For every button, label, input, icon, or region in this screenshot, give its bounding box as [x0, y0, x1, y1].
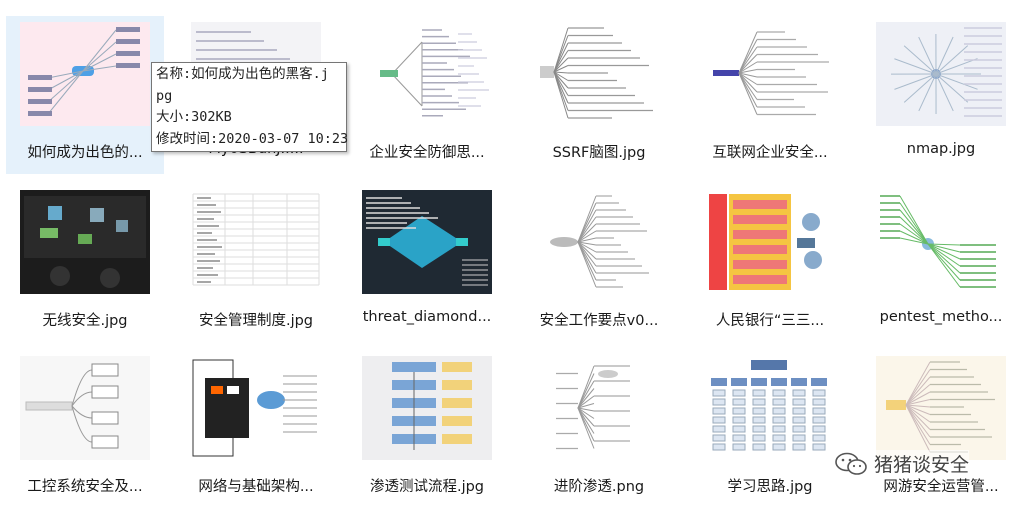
file-thumbnail	[705, 190, 835, 294]
tooltip-modified: 修改时间:2020-03-07 10:23	[156, 130, 349, 147]
wechat-icon	[835, 452, 867, 475]
file-item[interactable]: 渗透测试流程.jpg	[348, 350, 506, 508]
file-thumbnail	[876, 356, 1006, 460]
watermark-text: 猪猪谈安全	[874, 454, 970, 476]
file-thumbnail	[20, 356, 150, 460]
file-thumbnail	[705, 356, 835, 460]
file-item[interactable]: 安全管理制度.jpg	[177, 184, 335, 342]
file-label: 网游安全运营管...	[883, 479, 999, 495]
file-thumbnail	[20, 22, 150, 126]
file-label: threat_diamond...	[362, 309, 492, 325]
file-thumbnail	[191, 356, 321, 460]
file-item[interactable]: 人民银行“三三...	[691, 184, 849, 342]
file-thumbnail	[362, 356, 492, 460]
file-item[interactable]: 无线安全.jpg	[6, 184, 164, 342]
file-label: 无线安全.jpg	[42, 313, 128, 329]
file-item[interactable]: 网游安全运营管...	[862, 350, 1020, 508]
file-label: 互联网企业安全...	[712, 145, 828, 161]
file-item[interactable]: 安全工作要点v0...	[520, 184, 678, 342]
file-thumbnail	[191, 190, 321, 294]
file-label: 企业安全防御思...	[369, 145, 485, 161]
file-item[interactable]: 互联网企业安全...	[691, 16, 849, 174]
file-thumbnail	[20, 190, 150, 294]
file-thumbnail	[876, 190, 1006, 294]
file-item[interactable]: 网络与基础架构...	[177, 350, 335, 508]
file-label: 安全管理制度.jpg	[198, 313, 314, 329]
file-thumbnail	[705, 22, 835, 126]
file-label: pentest_metho...	[879, 309, 1003, 325]
file-thumbnail	[534, 22, 664, 126]
file-thumbnail	[362, 190, 492, 294]
file-label: 进阶渗透.png	[553, 479, 645, 495]
file-label: 工控系统安全及...	[27, 479, 143, 495]
tooltip-size: 大小:302KB	[156, 109, 232, 125]
file-label: 渗透测试流程.jpg	[369, 479, 485, 495]
file-label: 如何成为出色的...	[27, 145, 143, 161]
file-thumbnail	[876, 22, 1006, 126]
file-label: nmap.jpg	[906, 141, 976, 157]
file-item[interactable]: 工控系统安全及...	[6, 350, 164, 508]
file-label: 网络与基础架构...	[198, 479, 314, 495]
file-item[interactable]: 进阶渗透.png	[520, 350, 678, 508]
file-thumbnail	[534, 356, 664, 460]
file-item[interactable]: SSRF脑图.jpg	[520, 16, 678, 174]
file-item[interactable]: 企业安全防御思...	[348, 16, 506, 174]
file-label: 人民银行“三三...	[715, 313, 825, 329]
file-info-tooltip: 名称:如何成为出色的黑客.j pg 大小:302KB 修改时间:2020-03-…	[151, 62, 349, 152]
file-label: 安全工作要点v0...	[539, 313, 659, 329]
file-thumbnail	[534, 190, 664, 294]
tooltip-name: 名称:如何成为出色的黑客.j	[156, 66, 329, 82]
file-item[interactable]: 学习思路.jpg	[691, 350, 849, 508]
tooltip-name-continued: pg	[156, 87, 173, 104]
watermark: 猪猪谈安全	[834, 450, 970, 477]
file-item[interactable]: pentest_metho...	[862, 184, 1020, 342]
file-item[interactable]: nmap.jpg	[862, 16, 1020, 174]
file-thumbnail	[362, 22, 492, 126]
file-label: SSRF脑图.jpg	[552, 145, 646, 161]
file-item[interactable]: 如何成为出色的...	[6, 16, 164, 174]
file-label: 学习思路.jpg	[727, 479, 813, 495]
file-item[interactable]: threat_diamond...	[348, 184, 506, 342]
